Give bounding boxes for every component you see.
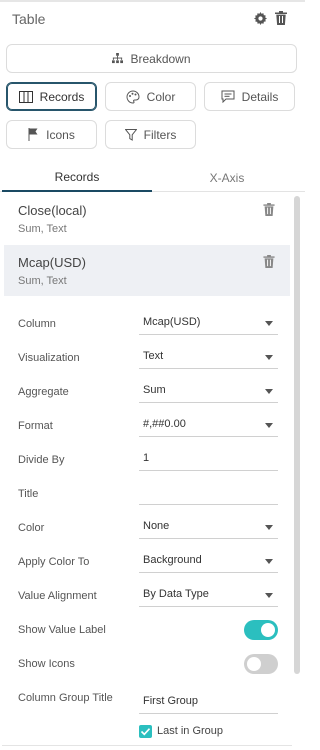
record-name: Mcap(USD) — [18, 255, 86, 270]
icons-button[interactable]: Icons — [6, 120, 97, 149]
color-prop-label: Color — [18, 522, 45, 534]
show-icons-label: Show Icons — [18, 658, 75, 670]
trash-icon[interactable] — [275, 11, 287, 25]
tab-x-axis[interactable]: X-Axis — [152, 164, 302, 192]
breakdown-label: Breakdown — [130, 51, 191, 66]
icons-label: Icons — [46, 127, 75, 142]
color-value: None — [143, 520, 170, 532]
show-value-label-toggle[interactable] — [244, 620, 278, 640]
last-in-group-checkbox[interactable] — [139, 725, 152, 738]
caret-down-icon — [265, 355, 273, 360]
visualization-dropdown[interactable]: Text — [139, 345, 278, 369]
aggregate-label: Aggregate — [18, 386, 69, 398]
panel-title: Table — [12, 11, 46, 27]
filters-label: Filters — [143, 127, 177, 142]
value-alignment-value: By Data Type — [143, 588, 209, 600]
hierarchy-icon — [112, 53, 124, 64]
aggregate-value: Sum — [143, 384, 166, 396]
tab-bar: Records X-Axis — [0, 164, 305, 192]
palette-icon — [126, 89, 140, 104]
records-label: Records — [39, 89, 85, 104]
value-alignment-dropdown[interactable]: By Data Type — [139, 583, 278, 607]
record-item-selected[interactable]: Mcap(USD) Sum, Text — [4, 245, 290, 296]
filters-button[interactable]: Filters — [105, 120, 196, 149]
divide-by-value: 1 — [143, 452, 150, 464]
details-label: Details — [241, 89, 279, 104]
value-alignment-label: Value Alignment — [18, 590, 97, 602]
apply-color-to-value: Background — [143, 554, 202, 566]
flag-icon — [28, 128, 38, 141]
comment-icon — [221, 90, 235, 103]
title-label: Title — [18, 488, 39, 500]
tab-x-axis-label: X-Axis — [209, 171, 245, 185]
trash-icon[interactable] — [263, 255, 275, 268]
column-dropdown[interactable]: Mcap(USD) — [139, 311, 278, 335]
tab-records-label: Records — [54, 170, 100, 184]
color-button[interactable]: Color — [105, 82, 196, 111]
format-label: Format — [18, 420, 53, 432]
caret-down-icon — [265, 559, 273, 564]
last-in-group-label: Last in Group — [157, 725, 224, 737]
caret-down-icon — [265, 593, 273, 598]
toggle-knob — [247, 657, 261, 671]
divider — [2, 745, 292, 746]
trash-icon[interactable] — [263, 203, 275, 216]
column-value: Mcap(USD) — [143, 316, 201, 328]
breakdown-button[interactable]: Breakdown — [6, 44, 297, 73]
format-value: #,##0.00 — [143, 418, 186, 430]
records-button[interactable]: Records — [6, 82, 97, 111]
apply-color-to-dropdown[interactable]: Background — [139, 549, 278, 573]
gear-icon[interactable] — [254, 12, 267, 25]
column-group-title-value: First Group — [143, 695, 199, 707]
format-dropdown[interactable]: #,##0.00 — [139, 413, 278, 437]
aggregate-dropdown[interactable]: Sum — [139, 379, 278, 403]
filter-icon — [124, 128, 137, 141]
scrollbar-thumb[interactable] — [294, 196, 300, 674]
tab-records[interactable]: Records — [2, 164, 152, 192]
title-input[interactable] — [139, 481, 278, 505]
record-name: Close(local) — [18, 203, 87, 218]
caret-down-icon — [265, 525, 273, 530]
caret-down-icon — [265, 389, 273, 394]
divide-by-input[interactable]: 1 — [139, 447, 278, 471]
details-button[interactable]: Details — [204, 82, 295, 111]
divide-by-label: Divide By — [18, 454, 65, 466]
apply-color-to-label: Apply Color To — [18, 556, 90, 568]
show-icons-toggle[interactable] — [244, 654, 278, 674]
record-summary: Sum, Text — [18, 275, 67, 287]
columns-icon — [18, 90, 33, 103]
toggle-knob — [261, 623, 275, 637]
visualization-value: Text — [143, 350, 164, 362]
column-label: Column — [18, 318, 56, 330]
color-dropdown[interactable]: None — [139, 515, 278, 539]
caret-down-icon — [265, 321, 273, 326]
record-item[interactable]: Close(local) Sum, Text — [4, 193, 290, 245]
column-group-title-input[interactable]: First Group — [139, 690, 278, 714]
show-value-label-label: Show Value Label — [18, 624, 106, 636]
panel-header: Table — [0, 0, 305, 38]
check-icon — [140, 728, 151, 736]
record-summary: Sum, Text — [18, 223, 67, 235]
caret-down-icon — [265, 423, 273, 428]
visualization-label: Visualization — [18, 352, 80, 364]
color-label: Color — [146, 89, 176, 104]
column-group-title-label: Column Group Title — [18, 692, 113, 704]
